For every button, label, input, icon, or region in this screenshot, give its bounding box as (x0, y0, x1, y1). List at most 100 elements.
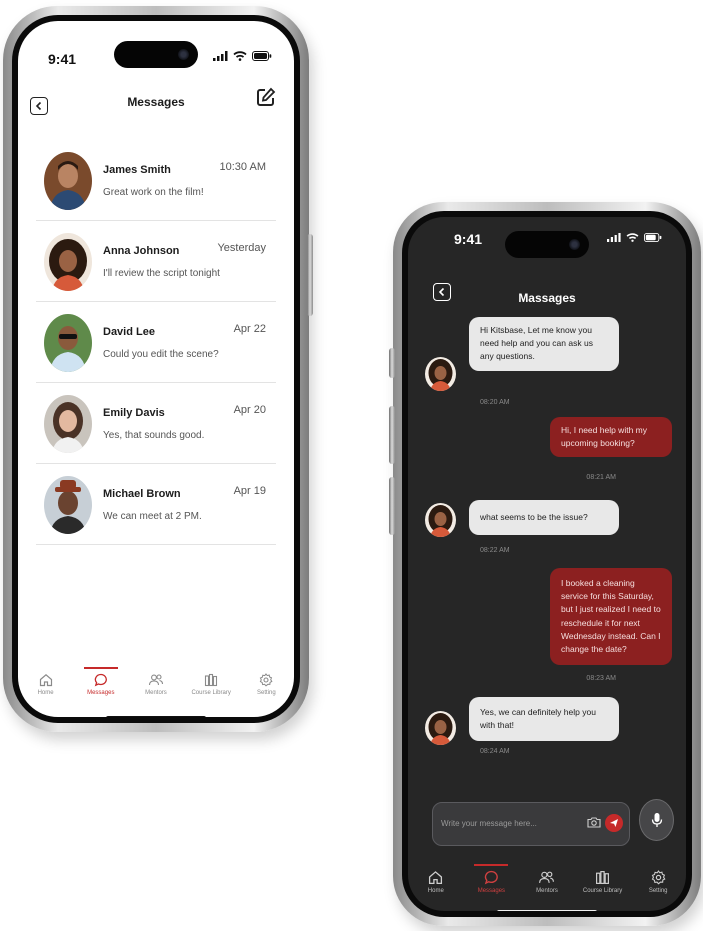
active-tab-indicator (474, 864, 509, 866)
library-icon (205, 673, 218, 687)
avatar (44, 314, 92, 372)
header: Messages (18, 87, 294, 117)
tab-bar: Home Messages Mentors Course Library Set… (408, 864, 686, 894)
battery-icon (252, 51, 272, 61)
compose-button[interactable] (256, 87, 276, 112)
page-title: Messages (127, 95, 185, 109)
tab-course-library[interactable]: Course Library (578, 870, 628, 894)
tab-label: Home (37, 690, 54, 696)
tab-setting[interactable]: Setting (633, 870, 683, 894)
avatar (425, 711, 456, 745)
tab-mentors[interactable]: Mentors (522, 870, 572, 894)
message-preview: Great work on the film! (103, 187, 204, 198)
tab-label: Course Library (582, 888, 623, 894)
send-icon (610, 819, 618, 827)
send-button[interactable] (605, 814, 623, 832)
microphone-button[interactable] (639, 799, 674, 841)
volume-down-button (389, 477, 395, 535)
conversation-item[interactable]: Anna Johnson I'll review the script toni… (36, 221, 276, 302)
incoming-message: Yes, we can definitely help you with tha… (469, 697, 619, 742)
contact-name: David Lee (103, 326, 155, 338)
status-bar: 9:41 (18, 21, 294, 68)
avatar (44, 152, 92, 210)
tab-messages[interactable]: Messages (466, 864, 516, 894)
volume-up-button (389, 406, 395, 464)
message-time: 08:24 AM (480, 748, 510, 755)
wifi-icon (233, 51, 247, 61)
camera-lens (178, 49, 189, 60)
message-time: 08:23 AM (586, 675, 616, 682)
message-time: Apr 22 (233, 323, 266, 335)
avatar (44, 233, 92, 291)
signal-icon (213, 51, 228, 61)
avatar (44, 395, 92, 453)
home-indicator[interactable] (497, 910, 597, 911)
outgoing-message: I booked a cleaning service for this Sat… (550, 568, 672, 666)
incoming-message: what seems to be the issue? (469, 500, 619, 536)
message-preview: Yes, that sounds good. (103, 430, 205, 441)
camera-icon (587, 817, 601, 828)
status-time: 9:41 (48, 51, 77, 67)
light-phone-frame: 9:41 Messages James Smith Great work on … (3, 6, 313, 732)
tab-messages[interactable]: Messages (76, 667, 126, 696)
message-time: 10:30 AM (219, 161, 266, 173)
gear-icon (260, 673, 273, 687)
camera-button[interactable] (587, 815, 601, 833)
conversation-item[interactable]: James Smith Great work on the film! 10:3… (36, 140, 276, 221)
contact-name: Emily Davis (103, 407, 165, 419)
dark-phone-frame: 9:41 Massages Hi Kitsbase, Let me know y… (389, 202, 701, 926)
conversation-item[interactable]: Emily Davis Yes, that sounds good. Apr 2… (36, 383, 276, 464)
message-time: 08:22 AM (480, 547, 510, 554)
contact-name: Michael Brown (103, 488, 181, 500)
dynamic-island (114, 41, 198, 68)
people-icon (148, 674, 164, 686)
message-time: Apr 19 (233, 485, 266, 497)
tab-home[interactable]: Home (411, 870, 461, 894)
avatar (425, 357, 456, 391)
tab-label: Home (427, 888, 444, 894)
tab-label: Mentors (536, 888, 558, 894)
outgoing-message: Hi, I need help with my upcoming booking… (550, 417, 672, 458)
dynamic-island (505, 231, 589, 258)
active-tab-indicator (83, 667, 118, 669)
action-button (389, 348, 395, 378)
home-indicator[interactable] (106, 716, 206, 717)
tab-bar: Home Messages Mentors Course Library Set… (18, 667, 294, 696)
message-preview: Could you edit the scene? (103, 349, 219, 360)
message-time: 08:21 AM (586, 474, 616, 481)
message-preview: I'll review the script tonight (103, 268, 220, 279)
tab-label: Setting (257, 690, 276, 696)
tab-home[interactable]: Home (21, 673, 71, 696)
people-icon (539, 871, 555, 883)
message-input-placeholder[interactable]: Write your message here... (441, 819, 537, 828)
wifi-icon (626, 233, 639, 242)
message-composer[interactable]: Write your message here... (432, 802, 630, 846)
tab-mentors[interactable]: Mentors (131, 673, 181, 696)
chat-icon (94, 673, 107, 687)
status-time: 9:41 (454, 231, 483, 247)
message-time: Apr 20 (233, 404, 266, 416)
conversation-item[interactable]: Michael Brown We can meet at 2 PM. Apr 1… (36, 464, 276, 545)
status-icons (213, 51, 272, 61)
chat-icon (484, 870, 498, 885)
conversation-list: James Smith Great work on the film! 10:3… (36, 140, 276, 545)
tab-course-library[interactable]: Course Library (186, 673, 236, 696)
tab-label: Setting (648, 888, 668, 894)
tab-label: Course Library (191, 690, 231, 696)
message-time: Yesterday (217, 242, 266, 254)
camera-lens (569, 239, 580, 250)
library-icon (596, 871, 610, 884)
conversation-item[interactable]: David Lee Could you edit the scene? Apr … (36, 302, 276, 383)
home-icon (39, 674, 52, 687)
avatar (425, 503, 456, 537)
page-title: Massages (518, 291, 576, 305)
microphone-icon (651, 813, 662, 827)
signal-icon (607, 233, 621, 242)
message-preview: We can meet at 2 PM. (103, 511, 202, 522)
contact-name: Anna Johnson (103, 245, 180, 257)
message-time: 08:20 AM (480, 399, 510, 406)
tab-setting[interactable]: Setting (241, 673, 291, 696)
home-icon (429, 871, 443, 885)
light-screen: 9:41 Messages James Smith Great work on … (18, 21, 294, 717)
contact-name: James Smith (103, 164, 171, 176)
